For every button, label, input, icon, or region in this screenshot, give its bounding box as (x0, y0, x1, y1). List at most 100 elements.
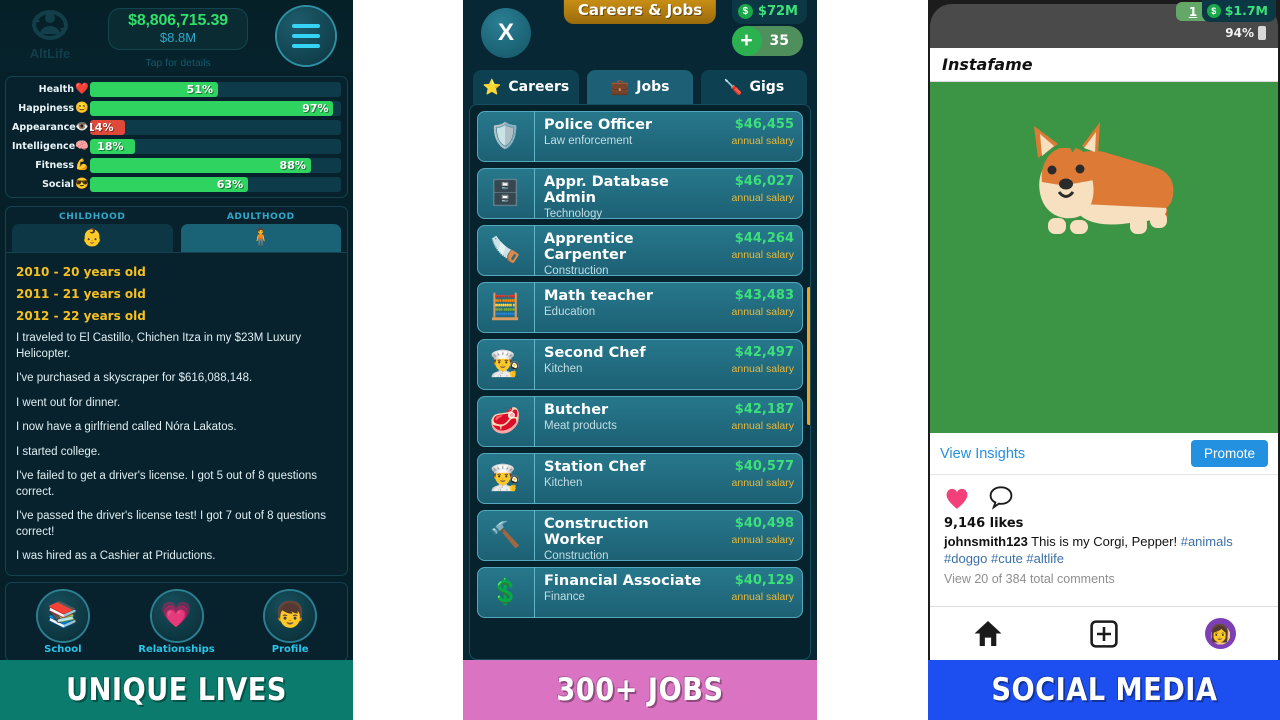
stat-icon: ❤️ (75, 82, 89, 95)
close-icon: X (497, 19, 514, 46)
post-actions (930, 475, 1278, 514)
cash-display[interactable]: $ $1.7M (1201, 0, 1276, 22)
panel-social-media: 94% Instafame View Insights Promote 9,14… (928, 0, 1280, 720)
stat-icon: 😊 (75, 101, 89, 114)
job-salary: $43,483 (734, 288, 794, 303)
tab-gigs[interactable]: 🪛 Gigs (701, 70, 807, 104)
hamburger-menu-button[interactable] (277, 7, 335, 65)
stat-label: Appearance (12, 121, 76, 133)
stat-row: Appearance 👁️ 14% (12, 119, 341, 135)
job-info: Second Chef Kitchen (535, 339, 711, 390)
app-header: Instafame (930, 48, 1278, 82)
job-salary: $42,497 (734, 345, 794, 360)
comment-bubble-icon[interactable] (988, 485, 1014, 510)
view-insights-link[interactable]: View Insights (940, 446, 1025, 462)
nav-home-button[interactable] (930, 620, 1046, 647)
jobs-list[interactable]: 🛡️ Police Officer Law enforcement $46,455 an… (469, 104, 811, 660)
job-title: Apprentice Carpenter (544, 231, 634, 263)
job-info: Construction Worker Construction (535, 510, 711, 562)
stat-value: 63% (216, 177, 244, 191)
job-list-item[interactable]: 💲 Financial Associate Finance $40,129 annual… (477, 567, 803, 618)
stat-value: 18% (97, 139, 124, 153)
tab-jobs[interactable]: 💼 Jobs (587, 70, 693, 104)
tab-label: Careers (508, 79, 570, 95)
life-timeline-log: 2010 - 20 years old 2011 - 21 years old 20… (5, 253, 348, 576)
job-title: Police Officer (544, 117, 653, 133)
job-info: Butcher Meat products (535, 396, 711, 447)
bottom-nav-row-1: 📚 School 💗 Relationships 👦 Profile (5, 581, 348, 660)
job-list-item[interactable]: 🔨 Construction Worker Construction $40,498 a… (477, 510, 803, 562)
job-icon: 👨‍🍳 (477, 453, 535, 504)
like-heart-icon[interactable] (944, 486, 970, 510)
battery-percent: 94% (1225, 26, 1254, 40)
tab-careers[interactable]: ⭐ Careers (473, 70, 579, 104)
instafame-screen: 94% Instafame View Insights Promote 9,14… (928, 0, 1280, 660)
stat-bar: 18% (90, 138, 341, 154)
life-stage-tab-adulthood[interactable]: ADULTHOOD 🧍 (180, 212, 341, 252)
job-title: Butcher (544, 402, 609, 418)
battery-indicator: 94% (1225, 26, 1266, 40)
job-salary: $44,264 (734, 231, 794, 246)
job-list-item[interactable]: 🛡️ Police Officer Law enforcement $46,455 an… (477, 111, 803, 162)
tab-label: Jobs (636, 79, 670, 95)
job-icon: 💲 (477, 567, 535, 618)
job-salary: $46,027 (734, 174, 794, 189)
job-list-item[interactable]: 🥩 Butcher Meat products $42,187 annual salar… (477, 396, 803, 447)
timeline-event: I started college. (16, 445, 101, 458)
timeline-year: 2010 - 20 years old (16, 265, 146, 279)
job-list-item[interactable]: 🗄️ Appr. Database Admin Technology $46,027 a… (477, 168, 803, 220)
scrollbar-thumb[interactable] (807, 287, 810, 425)
nav-item-school[interactable]: 📚 School (6, 590, 120, 655)
caption-username[interactable]: johnsmith123 (944, 534, 1028, 549)
close-button[interactable]: X (481, 8, 531, 58)
timeline-event: I traveled to El Castillo, Chichen Itza … (16, 332, 302, 360)
nav-item-relationships[interactable]: 💗 Relationships (120, 590, 234, 655)
timeline-event: I went out for dinner. (16, 396, 121, 409)
job-category: Education (544, 306, 596, 318)
job-list-item[interactable]: 🧮 Math teacher Education $43,483 annual sala… (477, 282, 803, 333)
promote-button[interactable]: Promote (1190, 440, 1268, 467)
money-display[interactable]: $8,806,715.39 $8.8M (108, 8, 248, 50)
nav-item-profile[interactable]: 👦 Profile (233, 590, 347, 655)
stat-bars-panel: Health ❤️ 51% Happiness 😊 97% Appearance 👁️ 14% I… (5, 76, 348, 198)
job-list-item[interactable]: 👨‍🍳 Second Chef Kitchen $42,497 annual salar… (477, 339, 803, 390)
job-list-item[interactable]: 👨‍🍳 Station Chef Kitchen $40,577 annual sala… (477, 453, 803, 504)
job-salary-block: $44,264 annual salary (711, 225, 803, 276)
money-hint: Tap for details (145, 57, 211, 69)
job-list-item[interactable]: 🪚 Apprentice Carpenter Construction $44,264… (477, 225, 803, 277)
banner-unique-lives: UNIQUE LIVES (0, 660, 353, 720)
stat-bar: 63% (90, 176, 341, 192)
plus-square-icon (1090, 619, 1118, 648)
job-salary-note: annual salary (731, 591, 794, 603)
stat-bar-fill (90, 100, 334, 116)
job-icon: 🔨 (477, 510, 535, 561)
view-comments-link[interactable]: View 20 of 384 total comments (944, 572, 1264, 586)
job-title: Financial Associate (544, 573, 702, 589)
job-category: Kitchen (544, 363, 583, 375)
stat-row: Health ❤️ 51% (12, 81, 341, 97)
job-salary: $40,577 (734, 459, 794, 474)
job-salary: $40,129 (734, 573, 794, 588)
stat-bar: 14% (90, 119, 341, 135)
post-photo[interactable] (930, 82, 1278, 433)
job-icon: 🥩 (477, 396, 535, 447)
timeline-year: 2012 - 22 years old (16, 309, 146, 323)
tab-gigs-icon: 🪛 (723, 78, 743, 96)
job-salary-note: annual salary (731, 306, 794, 318)
tab-careers-icon: ⭐ (482, 78, 502, 96)
promo-screenshot-collage: AltLife $8,806,715.39 $8.8M Tap for deta… (0, 0, 1280, 720)
altlife-logo: AltLife (18, 4, 82, 61)
job-info: Apprentice Carpenter Construction (535, 225, 711, 277)
life-stage-tab-childhood[interactable]: CHILDHOOD 👶 (12, 212, 173, 252)
stat-icon: 🧠 (75, 139, 89, 152)
nav-school-icon: 📚 (37, 590, 88, 641)
nav-add-post-button[interactable] (1046, 619, 1162, 648)
nav-profile-button[interactable]: 👩 (1162, 618, 1278, 649)
job-salary-block: $43,483 annual salary (711, 282, 803, 333)
battery-icon (1258, 26, 1266, 40)
home-icon (974, 621, 1002, 646)
job-salary-block: $46,455 annual salary (711, 111, 803, 162)
cash-display[interactable]: $ $72M (731, 0, 807, 24)
stat-label: Happiness (18, 102, 74, 114)
gems-display[interactable]: + 35 (731, 26, 803, 56)
